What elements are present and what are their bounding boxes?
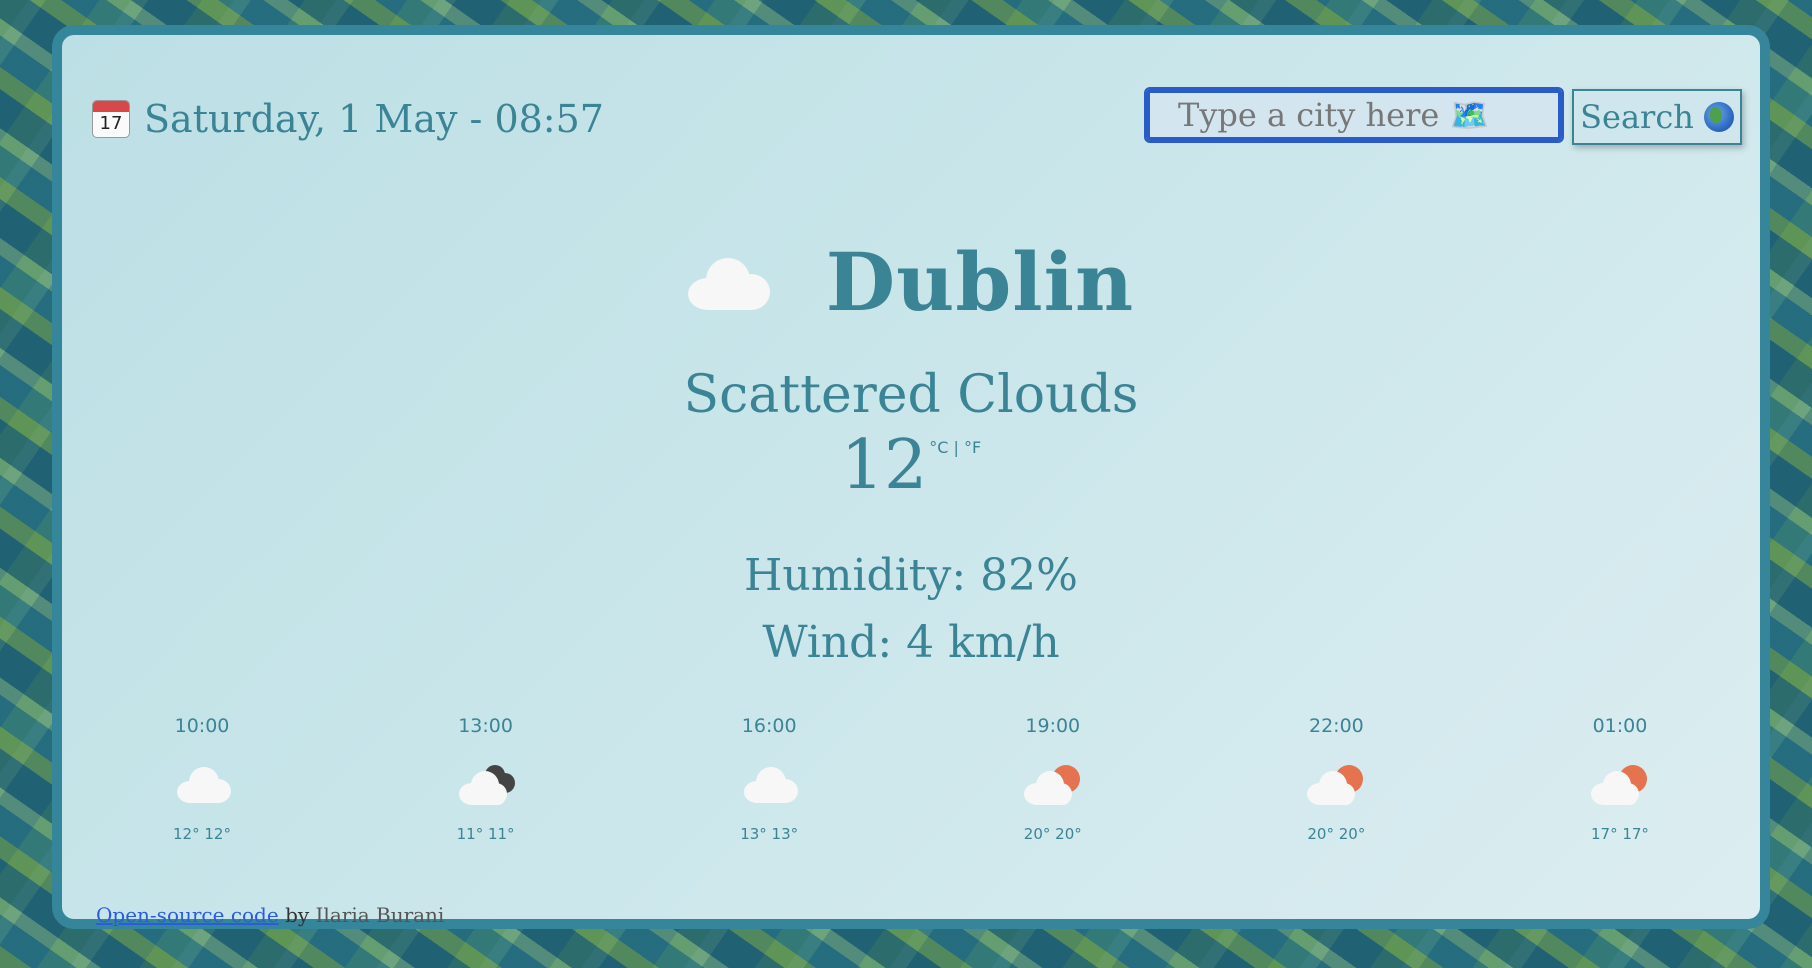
forecast-temps: 17° 17° xyxy=(1590,825,1649,843)
forecast-time: 01:00 xyxy=(1592,715,1648,737)
forecast-temps: 20° 20° xyxy=(1023,825,1082,843)
wind-text: Wind: 4 km/h xyxy=(762,617,1060,668)
footer-by-text: by xyxy=(285,903,310,927)
search-button-label: Search xyxy=(1580,98,1694,136)
date-time-text: Saturday, 1 May - 08:57 xyxy=(144,97,604,141)
forecast-temps: 12° 12° xyxy=(173,825,231,843)
forecast-item: 10:00 12° 12° xyxy=(82,715,322,843)
forecast-item: 19:00 20° 20° xyxy=(933,715,1173,843)
sun-behind-cloud-icon xyxy=(1018,755,1088,811)
sun-behind-cloud-icon xyxy=(1585,755,1655,811)
source-code-link[interactable]: Open-source code xyxy=(96,903,279,927)
unit-toggle[interactable]: °C | °F xyxy=(929,438,981,457)
hourly-forecast: 10:00 12° 12° 13:00 11° 11° 16:00 13° 13… xyxy=(82,715,1740,843)
footer: Open-source code by Ilaria Burani xyxy=(96,903,444,927)
weather-description: Scattered Clouds xyxy=(683,365,1139,425)
forecast-item: 16:00 13° 13° xyxy=(649,715,889,843)
city-name: Dublin xyxy=(825,235,1135,329)
temperature-value: 12 xyxy=(840,426,928,505)
forecast-time: 19:00 xyxy=(1025,715,1081,737)
footer-author: Ilaria Burani xyxy=(315,903,445,927)
dark-clouds-icon xyxy=(451,755,521,811)
forecast-time: 16:00 xyxy=(741,715,797,737)
city-search-input[interactable] xyxy=(1144,87,1564,143)
forecast-item: 22:00 20° 20° xyxy=(1216,715,1456,843)
forecast-temps: 11° 11° xyxy=(456,825,515,843)
date-header: 17 Saturday, 1 May - 08:57 xyxy=(92,97,604,141)
cloud-icon xyxy=(167,755,237,811)
cloud-icon xyxy=(734,755,804,811)
temperature-row: 12 °C | °F xyxy=(62,430,1760,502)
calendar-icon: 17 xyxy=(92,100,130,138)
sun-behind-cloud-icon xyxy=(1301,755,1371,811)
forecast-temps: 13° 13° xyxy=(740,825,799,843)
weather-card: 17 Saturday, 1 May - 08:57 Search Dublin… xyxy=(52,25,1770,929)
cloud-icon xyxy=(687,254,770,310)
forecast-time: 10:00 xyxy=(174,715,230,737)
forecast-item: 13:00 11° 11° xyxy=(366,715,606,843)
search-button[interactable]: Search xyxy=(1572,89,1742,145)
globe-icon xyxy=(1703,102,1734,132)
forecast-item: 01:00 17° 17° xyxy=(1500,715,1740,843)
forecast-temps: 20° 20° xyxy=(1307,825,1366,843)
forecast-time: 13:00 xyxy=(458,715,513,737)
humidity-text: Humidity: 82% xyxy=(744,550,1078,601)
city-row: Dublin xyxy=(62,235,1760,329)
forecast-time: 22:00 xyxy=(1308,715,1364,737)
